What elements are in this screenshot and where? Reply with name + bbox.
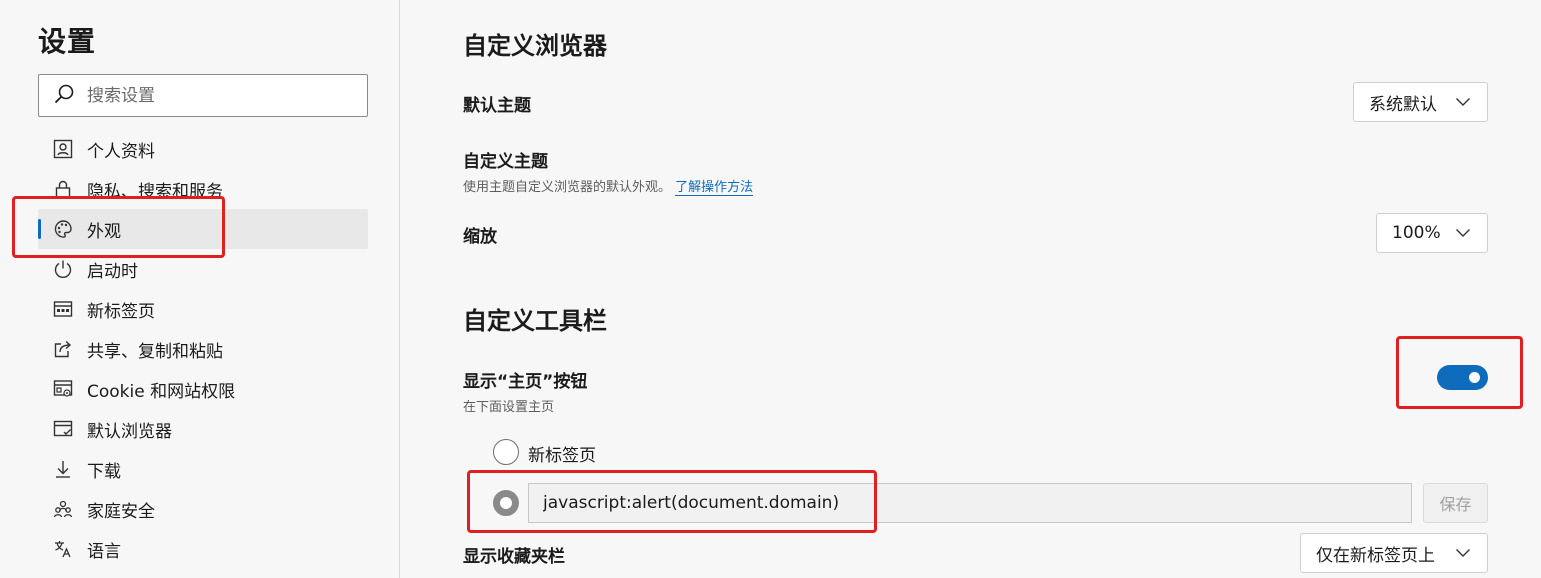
- customize-browser-heading: 自定义浏览器: [463, 32, 607, 60]
- sidebar-item-label: 语言: [87, 541, 121, 562]
- sidebar-item-label: 个人资料: [87, 141, 155, 162]
- sidebar-item-family[interactable]: 家庭安全: [38, 489, 368, 529]
- site-permissions-icon: [52, 378, 74, 400]
- language-icon: [52, 538, 74, 560]
- favorites-bar-label: 显示收藏夹栏: [463, 547, 565, 567]
- default-theme-value: 系统默认: [1369, 94, 1437, 115]
- sidebar-item-cookies[interactable]: Cookie 和网站权限: [38, 369, 368, 409]
- favorites-bar-value: 仅在新标签页上: [1316, 545, 1435, 566]
- search-box[interactable]: [38, 74, 368, 117]
- settings-window: 设置 个人资料 隐私、搜索和服务: [0, 0, 1541, 578]
- search-input[interactable]: [87, 85, 337, 106]
- profile-icon: [52, 138, 74, 160]
- sidebar-item-label: Cookie 和网站权限: [87, 381, 236, 402]
- chevron-down-icon: [1455, 223, 1471, 243]
- sidebar-item-label: 启动时: [87, 261, 138, 282]
- new-tab-icon: [52, 298, 74, 320]
- default-theme-dropdown[interactable]: 系统默认: [1353, 82, 1488, 122]
- default-theme-label: 默认主题: [463, 96, 531, 116]
- sidebar-item-startup[interactable]: 启动时: [38, 249, 368, 289]
- family-icon: [52, 498, 74, 520]
- custom-theme-description: 使用主题自定义浏览器的默认外观。 了解操作方法: [463, 176, 754, 196]
- chevron-down-icon: [1455, 92, 1471, 112]
- sidebar-title: 设置: [38, 25, 97, 58]
- sidebar-item-label: 外观: [87, 221, 121, 242]
- custom-theme-label: 自定义主题: [463, 152, 548, 172]
- power-icon: [52, 258, 74, 280]
- sidebar-item-downloads[interactable]: 下载: [38, 449, 368, 489]
- appearance-settings-panel: 自定义浏览器 默认主题 系统默认 自定义主题 使用主题自定义浏览器的默认外观。 …: [400, 0, 1541, 578]
- home-button-description: 在下面设置主页: [463, 400, 555, 415]
- radio-custom-url[interactable]: [493, 490, 519, 516]
- zoom-value: 100%: [1392, 223, 1441, 243]
- home-url-input[interactable]: [528, 483, 1412, 523]
- sidebar-item-label: 新标签页: [87, 301, 155, 322]
- default-browser-icon: [52, 418, 74, 440]
- sidebar-item-appearance[interactable]: 外观: [38, 209, 368, 249]
- zoom-dropdown[interactable]: 100%: [1376, 213, 1488, 253]
- lock-icon: [52, 178, 74, 200]
- download-icon: [52, 458, 74, 480]
- sidebar-item-new-tab[interactable]: 新标签页: [38, 289, 368, 329]
- customize-toolbar-heading: 自定义工具栏: [463, 307, 607, 335]
- favorites-bar-dropdown[interactable]: 仅在新标签页上: [1300, 533, 1488, 573]
- sidebar-item-share[interactable]: 共享、复制和粘贴: [38, 329, 368, 369]
- sidebar-item-label: 共享、复制和粘贴: [87, 341, 223, 362]
- save-button[interactable]: 保存: [1423, 483, 1488, 523]
- sidebar-item-languages[interactable]: 语言: [38, 529, 368, 569]
- sidebar-item-label: 下载: [87, 461, 121, 482]
- toggle-knob: [1469, 372, 1480, 383]
- home-button-label: 显示“主页”按钮: [463, 372, 588, 392]
- home-button-toggle[interactable]: [1437, 365, 1488, 390]
- sidebar-item-default-browser[interactable]: 默认浏览器: [38, 409, 368, 449]
- sidebar-item-label: 家庭安全: [87, 501, 155, 522]
- palette-icon: [52, 218, 74, 240]
- search-icon: [53, 83, 75, 109]
- radio-new-tab-label: 新标签页: [528, 446, 596, 466]
- custom-theme-desc-text: 使用主题自定义浏览器的默认外观。: [463, 180, 672, 195]
- sidebar-item-label: 默认浏览器: [87, 421, 172, 442]
- chevron-down-icon: [1455, 543, 1471, 563]
- settings-sidebar: 设置 个人资料 隐私、搜索和服务: [0, 0, 400, 578]
- share-icon: [52, 338, 74, 360]
- sidebar-item-profile[interactable]: 个人资料: [38, 129, 368, 169]
- radio-new-tab[interactable]: [493, 439, 519, 465]
- settings-nav: 个人资料 隐私、搜索和服务 外观 启动时 新标签页 共享、复制和粘贴 Cooki…: [38, 129, 368, 569]
- zoom-label: 缩放: [463, 227, 497, 247]
- sidebar-item-privacy[interactable]: 隐私、搜索和服务: [38, 169, 368, 209]
- learn-how-link[interactable]: 了解操作方法: [675, 180, 754, 196]
- sidebar-item-label: 隐私、搜索和服务: [87, 181, 223, 202]
